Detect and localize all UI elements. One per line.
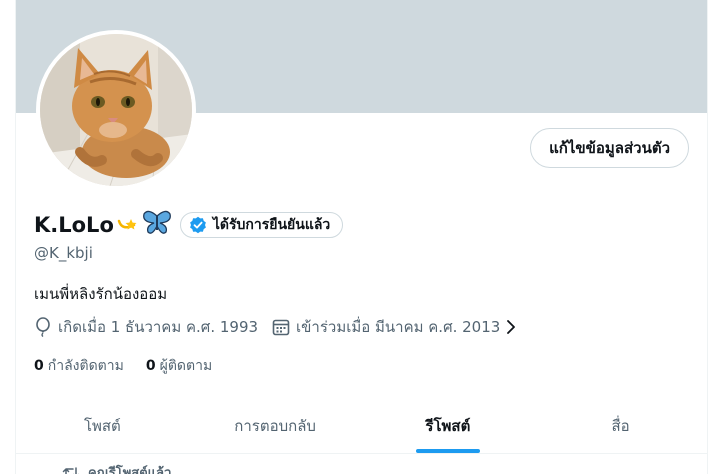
- birthday-item: เกิดเมื่อ 1 ธันวาคม ค.ศ. 1993: [34, 315, 258, 339]
- followers-count: 0: [145, 358, 156, 374]
- repost-notice-text: คุณรีโพสต์แล้ว: [88, 466, 172, 474]
- user-handle: @K_kbji: [34, 244, 93, 262]
- verified-check-icon: [189, 216, 207, 234]
- name-row: K.LoLo ได้รับการยืนยันแล้ว: [34, 208, 344, 242]
- tab-label: รีโพสต์: [425, 416, 471, 435]
- cat-photo: [40, 34, 192, 186]
- tab-replies[interactable]: การตอบกลับ: [189, 398, 362, 453]
- display-name: K.LoLo: [34, 213, 114, 237]
- joined-text: เข้าร่วมเมื่อ มีนาคม ค.ศ. 2013: [296, 318, 501, 336]
- repost-icon: [62, 466, 80, 474]
- calendar-icon: [272, 318, 290, 336]
- edit-profile-label: แก้ไขข้อมูลส่วนตัว: [549, 139, 670, 157]
- profile-column: แก้ไขข้อมูลส่วนตัว K.LoLo ได้รับการยืนยั…: [15, 0, 708, 474]
- profile-tabs: โพสต์ การตอบกลับ รีโพสต์ สื่อ: [16, 398, 707, 454]
- tab-media[interactable]: สื่อ: [534, 398, 707, 453]
- tab-label: การตอบกลับ: [234, 416, 316, 435]
- repost-notice: คุณรีโพสต์แล้ว: [62, 462, 171, 474]
- tab-posts[interactable]: โพสต์: [16, 398, 189, 453]
- tab-label: โพสต์: [83, 416, 121, 435]
- tab-reposts[interactable]: รีโพสต์: [362, 398, 535, 453]
- dizzy-star-icon: [116, 211, 140, 239]
- following-count: 0: [34, 358, 44, 374]
- joined-item: เข้าร่วมเมื่อ มีนาคม ค.ศ. 2013: [272, 315, 516, 339]
- profile-page: แก้ไขข้อมูลส่วนตัว K.LoLo ได้รับการยืนยั…: [0, 0, 709, 474]
- followers-label: ผู้ติดตาม: [159, 358, 213, 374]
- balloon-icon: [34, 317, 52, 337]
- follow-stats: 0 กำลังติดตาม 0 ผู้ติดตาม: [34, 355, 234, 377]
- avatar[interactable]: [36, 30, 196, 190]
- following-link[interactable]: 0 กำลังติดตาม: [34, 355, 124, 377]
- followers-link[interactable]: 0 ผู้ติดตาม: [146, 355, 212, 377]
- active-tab-indicator: [415, 449, 480, 453]
- verified-badge-pill[interactable]: ได้รับการยืนยันแล้ว: [179, 212, 344, 238]
- profile-meta: เกิดเมื่อ 1 ธันวาคม ค.ศ. 1993 เข้าร่วมเม…: [34, 315, 530, 339]
- tab-label: สื่อ: [611, 416, 630, 435]
- birthday-text: เกิดเมื่อ 1 ธันวาคม ค.ศ. 1993: [58, 318, 259, 336]
- edit-profile-button[interactable]: แก้ไขข้อมูลส่วนตัว: [530, 128, 689, 168]
- profile-bio: เมนพี่หลิงรักน้องออม: [34, 285, 168, 303]
- chevron-right-icon[interactable]: [506, 319, 516, 335]
- following-label: กำลังติดตาม: [47, 358, 124, 374]
- butterfly-icon: [142, 210, 172, 240]
- verified-label: ได้รับการยืนยันแล้ว: [212, 217, 331, 233]
